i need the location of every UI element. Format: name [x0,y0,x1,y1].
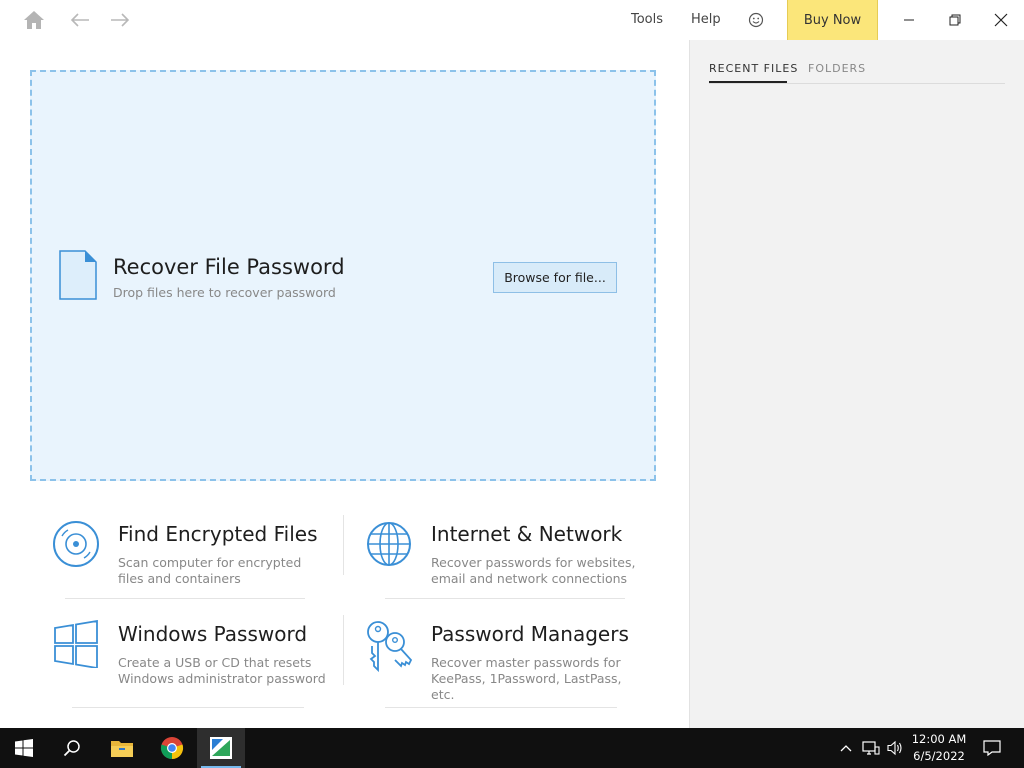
disc-icon [52,520,100,568]
help-menu[interactable]: Help [691,12,721,27]
clock-date: 6/5/2022 [913,749,965,763]
network-icon[interactable] [860,728,882,768]
file-explorer-icon[interactable] [98,728,146,768]
password-managers-card[interactable]: Password Managers Recover master passwor… [365,620,635,738]
title-bar: Tools Help Buy Now [0,0,1024,40]
document-icon [59,250,97,304]
notification-center-icon[interactable] [980,728,1004,768]
card-title: Internet & Network [431,522,623,546]
show-hidden-icons-chevron-icon[interactable] [836,728,856,768]
tools-menu[interactable]: Tools [631,12,663,27]
home-icon[interactable] [22,8,46,32]
start-icon[interactable] [0,728,48,768]
taskbar: 12:00 AM 6/5/2022 [0,728,1024,768]
card-divider [72,707,304,708]
side-panel: RECENT FILES FOLDERS [689,40,1024,728]
close-icon[interactable] [978,0,1024,40]
restore-icon[interactable] [932,0,978,40]
drop-zone-title: Recover File Password [113,255,345,279]
card-description: Recover master passwords for KeePass, 1P… [431,655,622,702]
card-title: Windows Password [118,622,308,646]
windows-logo-icon [52,619,100,670]
buy-now-button[interactable]: Buy Now [787,0,878,40]
search-icon[interactable] [48,728,96,768]
card-divider [343,615,344,685]
tab-recent-files[interactable]: RECENT FILES [709,62,798,75]
feedback-smiley-icon[interactable] [746,10,766,30]
card-description: Create a USB or CD that resets Windows a… [118,655,326,686]
clock-time: 12:00 AM [911,732,967,746]
file-drop-zone[interactable]: Recover File Password Drop files here to… [30,70,656,481]
card-divider [343,515,344,575]
tab-divider [709,83,1005,84]
keys-icon [365,620,413,673]
browse-for-file-button[interactable]: Browse for file... [493,262,617,293]
forward-arrow-icon[interactable] [108,8,132,32]
active-tab-indicator [709,81,787,83]
tab-folders[interactable]: FOLDERS [808,62,866,75]
windows-password-card[interactable]: Windows Password Create a USB or CD that… [52,619,326,738]
card-title: Find Encrypted Files [118,522,318,546]
system-clock[interactable]: 12:00 AM 6/5/2022 [906,731,972,765]
chrome-icon[interactable] [148,728,196,768]
main-content: Recover File Password Drop files here to… [0,40,689,728]
volume-icon[interactable] [884,728,906,768]
card-description: Recover passwords for websites, email an… [431,555,636,586]
card-title: Password Managers [431,622,629,646]
drop-zone-subtitle: Drop files here to recover password [113,285,336,300]
back-arrow-icon[interactable] [68,8,92,32]
card-divider [385,707,617,708]
password-recovery-app-icon[interactable] [197,728,245,768]
card-description: Scan computer for encrypted files and co… [118,555,302,586]
card-divider [65,598,305,599]
minimize-icon[interactable] [886,0,932,40]
card-divider [385,598,625,599]
globe-icon [365,520,413,568]
